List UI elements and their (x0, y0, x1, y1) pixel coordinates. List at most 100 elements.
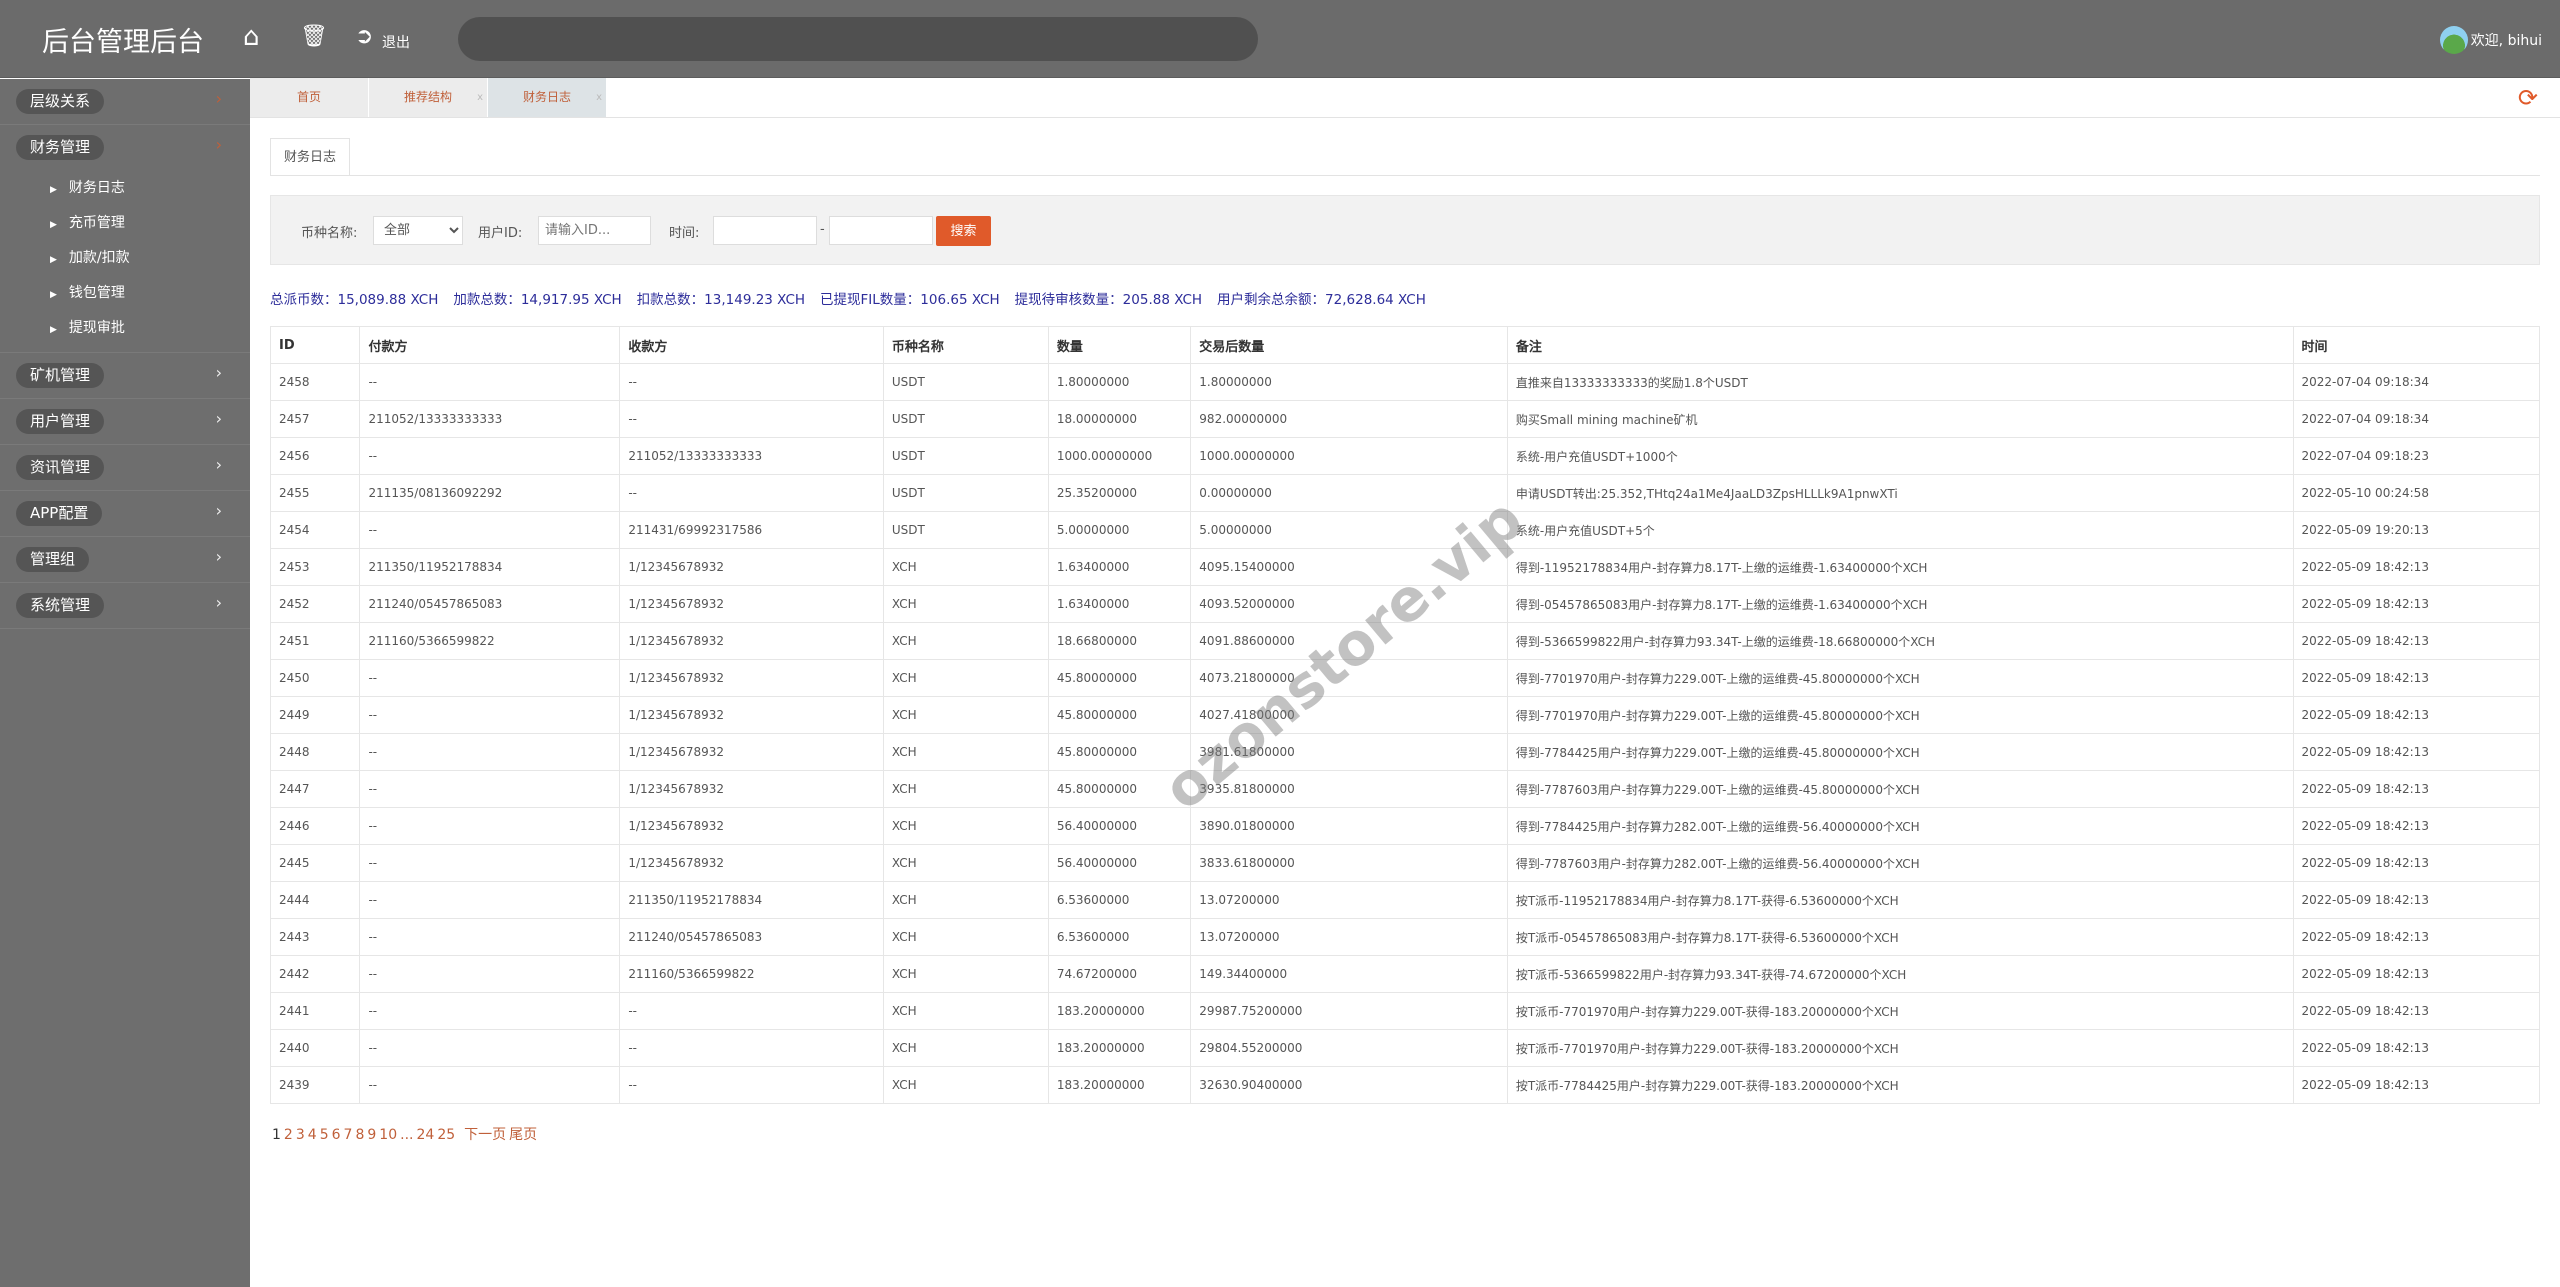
table-row: 2447 -- 1/12345678932 XCH 45.80000000 3935.81… (269, 770, 2540, 808)
trash-icon[interactable]: 🗑 (300, 24, 328, 49)
tab-finance-log[interactable]: 财务日志 x (488, 78, 606, 117)
page-link[interactable]: 4 (308, 1127, 317, 1143)
table-cell: XCH (883, 807, 1049, 845)
table-cell: XCH (883, 1066, 1049, 1104)
sidebar-group-label[interactable]: 财务管理 (16, 135, 105, 160)
welcome-text: 欢迎, bihui (2470, 33, 2542, 49)
sidebar: 层级关系 › 财务管理 › ▶ 财务日志 ▶ 充币管理 ▶ 加款/扣款 ▶ 钱包管理 ▶ 提现审批矿机管理… (0, 79, 250, 1287)
page-link[interactable]: 6 (332, 1127, 341, 1143)
page-link[interactable]: 7 (344, 1127, 353, 1143)
sidebar-item[interactable]: ▶ 钱包管理 (0, 276, 250, 311)
table-cell: -- (359, 659, 621, 697)
table-cell: 2022-05-09 18:42:13 (2293, 844, 2540, 882)
pagination: 1 2 3 4 5 6 7 8 9 10... 24 25 下一页 尾页 (272, 1124, 540, 1144)
table-cell: 183.20000000 (1048, 992, 1192, 1030)
user-id-input[interactable] (538, 216, 651, 245)
caret-right-icon: ▶ (50, 325, 57, 335)
table-cell: -- (359, 955, 621, 993)
coin-select[interactable]: 全部 (373, 216, 463, 245)
sidebar-group[interactable]: 财务管理 › ▶ 财务日志 ▶ 充币管理 ▶ 加款/扣款 ▶ 钱包管理 ▶ 提现审批 (0, 125, 250, 353)
sidebar-group[interactable]: 层级关系 › (0, 79, 250, 125)
sidebar-item[interactable]: ▶ 财务日志 (0, 171, 250, 206)
finance-log-table: ID 付款方 收款方 币种名称 数量 交易后数量 备注 时间 2458 -- -- USDT 1.80… (269, 326, 2540, 1104)
page-link[interactable]: 10 (379, 1127, 397, 1143)
table-cell: 18.66800000 (1048, 622, 1192, 660)
table-cell: 2022-05-09 18:42:13 (2293, 770, 2540, 808)
table-cell: 2022-05-09 18:42:13 (2293, 548, 2540, 586)
sidebar-group[interactable]: 资讯管理 › (0, 445, 250, 491)
divider (270, 175, 2540, 176)
tab-home[interactable]: 首页 (250, 78, 368, 117)
top-header: 后台管理后台 ⌂ 🗑 ➲ 退出 欢迎, bihui (0, 0, 2560, 78)
close-icon[interactable]: x (596, 78, 602, 117)
sidebar-item[interactable]: ▶ 加款/扣款 (0, 241, 250, 276)
table-cell: 4093.52000000 (1190, 585, 1508, 623)
table-cell: 2022-05-09 19:20:13 (2293, 511, 2540, 549)
chevron-right-icon: › (215, 409, 222, 428)
sidebar-group[interactable]: APP配置 › (0, 491, 250, 537)
start-time-input[interactable] (713, 216, 817, 245)
table-row: 2450 -- 1/12345678932 XCH 45.80000000 4073.21… (269, 659, 2540, 697)
page-link[interactable]: 25 (437, 1127, 455, 1143)
table-cell: 3890.01800000 (1190, 807, 1508, 845)
table-cell: 2443 (269, 918, 361, 956)
user-menu[interactable]: 欢迎, bihui (2439, 26, 2542, 54)
close-icon[interactable]: x (477, 78, 483, 117)
search-button[interactable]: 搜索 (936, 216, 991, 246)
table-cell: -- (359, 770, 621, 808)
table-row: 2457 211052/13333333333 -- USDT 18.00000000 9… (269, 400, 2540, 438)
table-cell: 13.07200000 (1190, 918, 1508, 956)
sidebar-group-label[interactable]: 层级关系 (16, 89, 105, 114)
logout-icon[interactable]: ➲ (355, 24, 373, 49)
table-cell: 按T派币-7784425用户-封存算力229.00T-获得-183.200000… (1507, 1066, 2294, 1104)
table-cell: XCH (883, 844, 1049, 882)
table-row: 2455 211135/08136092292 -- USDT 25.35200000 0… (269, 474, 2540, 512)
page-link[interactable]: 24 (416, 1127, 434, 1143)
refresh-icon[interactable]: ⟳ (2518, 84, 2538, 112)
sidebar-group-label[interactable]: APP配置 (16, 501, 103, 526)
logout-button[interactable]: 退出 (382, 32, 410, 52)
sidebar-group-label[interactable]: 管理组 (16, 547, 90, 572)
table-cell: 183.20000000 (1048, 1066, 1192, 1104)
page-link[interactable]: 2 (284, 1127, 293, 1143)
end-time-input[interactable] (829, 216, 933, 245)
sidebar-group[interactable]: 管理组 › (0, 537, 250, 583)
table-cell: 得到-7787603用户-封存算力282.00T-上缴的运维费-56.40000… (1507, 844, 2294, 882)
page-link[interactable]: 9 (367, 1127, 376, 1143)
table-cell: 211240/05457865083 (359, 585, 621, 623)
table-cell: 183.20000000 (1048, 1029, 1192, 1067)
sidebar-item[interactable]: ▶ 提现审批 (0, 311, 250, 346)
home-icon[interactable]: ⌂ (243, 22, 260, 52)
table-cell: 得到-7784425用户-封存算力229.00T-上缴的运维费-45.80000… (1507, 733, 2294, 771)
last-page-link[interactable]: 尾页 (509, 1127, 537, 1143)
page-link[interactable]: 3 (296, 1127, 305, 1143)
table-cell: 1/12345678932 (619, 548, 884, 586)
table-row: 2443 -- 211240/05457865083 XCH 6.53600000 13.… (269, 918, 2540, 956)
content-tab-finance-log[interactable]: 财务日志 (270, 138, 350, 176)
sidebar-group-label[interactable]: 资讯管理 (16, 455, 105, 480)
sidebar-group-label[interactable]: 用户管理 (16, 409, 105, 434)
table-cell: 25.35200000 (1048, 474, 1192, 512)
sidebar-group-label[interactable]: 系统管理 (16, 593, 105, 618)
table-cell: 56.40000000 (1048, 807, 1192, 845)
sidebar-group[interactable]: 系统管理 › (0, 583, 250, 629)
tab-referral-structure[interactable]: 推荐结构 x (369, 78, 487, 117)
next-page-link[interactable]: 下一页 (464, 1127, 506, 1143)
page-link[interactable]: 8 (355, 1127, 364, 1143)
sidebar-item[interactable]: ▶ 充币管理 (0, 206, 250, 241)
table-cell: 2455 (269, 474, 361, 512)
table-cell: 5.00000000 (1190, 511, 1508, 549)
table-cell: 2022-07-04 09:18:34 (2293, 400, 2540, 438)
sidebar-item-label: 提现审批 (68, 320, 125, 336)
table-cell: 2450 (269, 659, 361, 697)
page-link[interactable]: 5 (320, 1127, 329, 1143)
header-search-bar[interactable] (458, 17, 1258, 61)
table-cell: -- (359, 1029, 621, 1067)
table-cell: 2022-05-09 18:42:13 (2293, 881, 2540, 919)
caret-right-icon: ▶ (50, 255, 57, 265)
stat-item: 用户剩余总余额：72,628.64 XCH (1217, 292, 1426, 308)
sidebar-group[interactable]: 用户管理 › (0, 399, 250, 445)
sidebar-group[interactable]: 矿机管理 › (0, 353, 250, 399)
table-cell: 1.80000000 (1048, 363, 1192, 401)
sidebar-group-label[interactable]: 矿机管理 (16, 363, 105, 388)
